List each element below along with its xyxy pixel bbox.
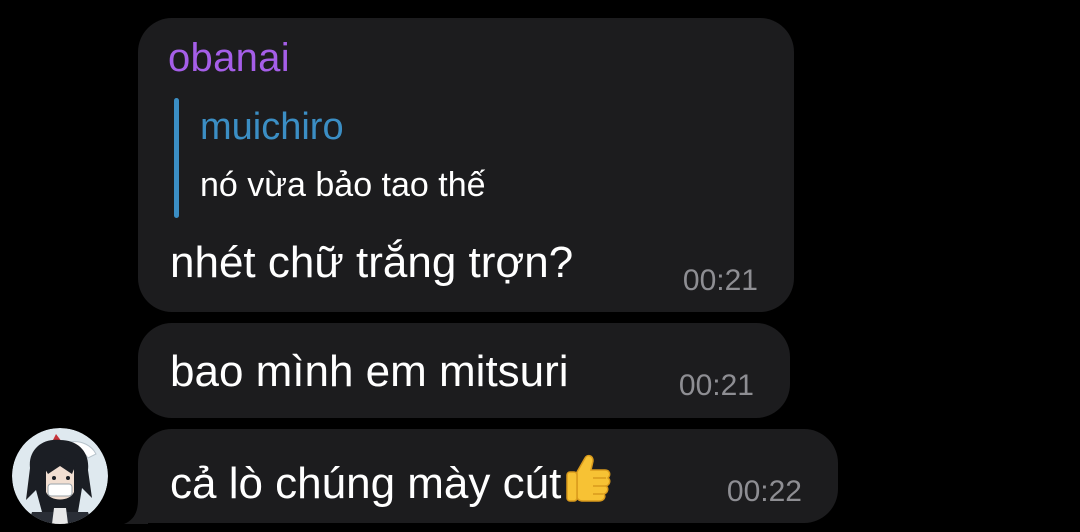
- message-text-row: cả lò chúng mày cút: [170, 452, 613, 515]
- message-timestamp: 00:22: [726, 475, 802, 508]
- message-bubble[interactable]: obanai muichiro nó vừa bảo tao thế nhét …: [138, 18, 794, 312]
- avatar[interactable]: [12, 428, 108, 524]
- message-bubble[interactable]: cả lò chúng mày cút 00:22: [138, 429, 838, 523]
- message-timestamp: 00:21: [678, 369, 754, 402]
- bubble-tail: [124, 500, 148, 524]
- sender-name[interactable]: obanai: [168, 36, 290, 81]
- reply-accent-bar: [174, 98, 179, 218]
- chat-view: obanai muichiro nó vừa bảo tao thế nhét …: [0, 0, 1080, 532]
- message-text: bao mình em mitsuri: [170, 347, 569, 396]
- thumbs-up-icon: [563, 452, 613, 515]
- message-timestamp: 00:21: [682, 264, 758, 297]
- reply-preview[interactable]: muichiro nó vừa bảo tao thế: [174, 98, 574, 218]
- reply-text: nó vừa bảo tao thế: [200, 166, 486, 204]
- reply-sender-name: muichiro: [200, 106, 344, 148]
- message-text: cả lò chúng mày cút: [170, 459, 562, 508]
- message-text: nhét chữ trắng trợn?: [170, 238, 574, 287]
- message-bubble[interactable]: bao mình em mitsuri 00:21: [138, 323, 790, 418]
